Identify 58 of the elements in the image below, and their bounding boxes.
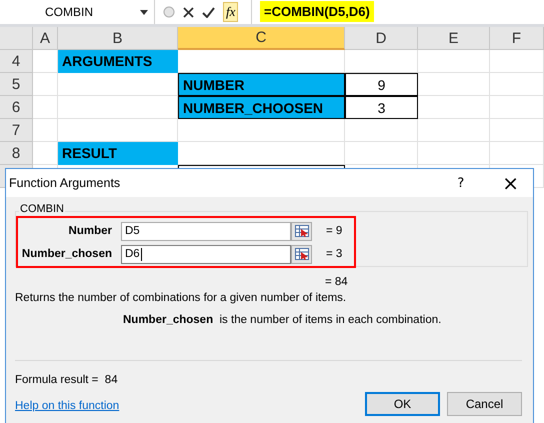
input-field[interactable]: D5 [121,222,291,240]
collapse-dialog-button[interactable] [291,222,312,240]
table-cell [418,142,490,165]
table-cell [418,73,490,96]
table-cell [33,96,58,119]
table-cell [490,142,544,165]
column-header[interactable]: D [345,27,418,50]
table-cell: 9 [345,73,418,96]
table-cell: NUMBER_CHOOSEN [178,96,345,119]
input-field[interactable]: D6 [121,244,291,264]
dialog-title: Function Arguments [9,176,120,190]
range-icon [294,225,308,237]
insert-function-button[interactable]: fx [223,2,238,22]
row-header[interactable]: 5 [0,73,33,96]
group-label: COMBIN [19,203,65,215]
function-description: Returns the number of combinations for a given number of items. [15,292,348,304]
table-cell [33,119,58,142]
column-header[interactable]: B [58,27,178,50]
row-header[interactable]: 7 [0,119,33,142]
name-box[interactable]: COMBIN [0,0,155,24]
help-button[interactable]: ? [457,176,464,190]
table-cell: ARGUMENTS [58,50,178,73]
table-cell [490,96,544,119]
argument-label: Number [68,225,112,237]
cancel-icon [183,6,194,18]
formula-value: = 84 [325,276,349,288]
table-cell [490,73,544,96]
table-cell [490,50,544,73]
table-cell [490,119,544,142]
argument-label: Number_chosen [20,248,112,260]
table-cell: RESULT [58,142,178,165]
table-cell: 3 [345,96,418,119]
formula-text[interactable]: =COMBIN(D5,D6) [260,1,374,22]
formula-result: Formula result = 84 [15,374,119,386]
row-header[interactable]: 6 [0,96,33,119]
column-header[interactable]: F [490,27,544,50]
argument-result: = 9 [326,225,342,237]
grip-icon [163,6,175,18]
table-cell [418,96,490,119]
row-header[interactable]: 8 [0,142,33,165]
dialog-button[interactable]: OK [365,392,440,416]
dialog-button[interactable]: Cancel [447,392,522,416]
column-header[interactable]: A [33,27,58,50]
table-cell: NUMBER [178,73,345,96]
column-header[interactable]: E [418,27,490,50]
table-cell [418,119,490,142]
help-link[interactable]: Help on this function [15,400,120,412]
table-cell [418,50,490,73]
table-cell [33,73,58,96]
row-header[interactable]: 4 [0,50,33,73]
caret-icon [140,10,148,14]
argument-result: = 3 [326,248,342,260]
close-button[interactable]: × [502,171,519,195]
column-header[interactable]: C [178,27,345,50]
check-icon [202,6,215,18]
range-icon [294,248,308,260]
argument-description: Number_chosen is the number of items in each combination. [123,314,442,326]
collapse-dialog-button[interactable] [291,244,312,264]
